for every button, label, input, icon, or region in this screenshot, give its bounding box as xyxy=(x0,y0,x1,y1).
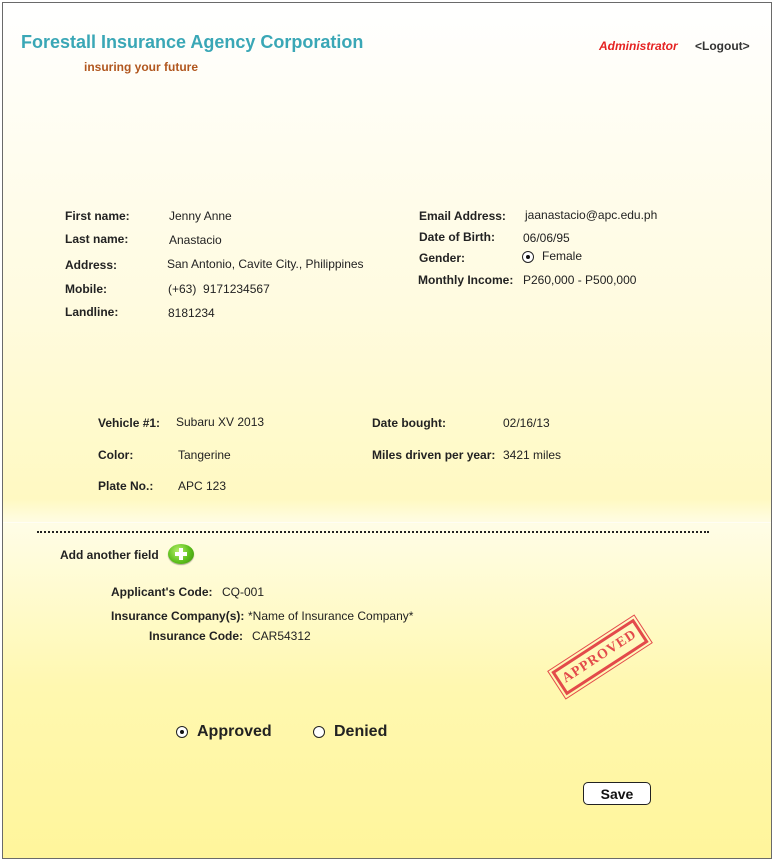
company-name: Forestall Insurance Agency Corporation xyxy=(21,32,364,52)
color-label: Color: xyxy=(98,448,134,462)
company-tagline: insuring your future xyxy=(84,60,198,74)
approved-label: Approved xyxy=(197,723,272,740)
insurance-company-label: Insurance Company(s): xyxy=(111,609,245,623)
applicant-code-value: CQ-001 xyxy=(222,585,265,599)
gender-label: Gender: xyxy=(419,251,466,265)
dotted-divider xyxy=(37,531,709,533)
income-label: Monthly Income: xyxy=(418,273,514,287)
add-field-plus-icon[interactable] xyxy=(168,544,194,564)
landline-label: Landline: xyxy=(65,305,119,319)
date-bought-value: 02/16/13 xyxy=(503,416,550,430)
vehicle-label: Vehicle #1: xyxy=(98,416,161,430)
dob-value: 06/06/95 xyxy=(523,231,570,245)
email-label: Email Address: xyxy=(419,209,506,223)
mobile-value: (+63) 9171234567 xyxy=(168,282,270,296)
first-name-label: First name: xyxy=(65,209,130,223)
address-value: San Antonio, Cavite City., Philippines xyxy=(167,257,364,271)
denied-label: Denied xyxy=(334,723,388,740)
email-value: jaanastacio@apc.edu.ph xyxy=(525,208,658,222)
vehicle-value: Subaru XV 2013 xyxy=(176,415,265,429)
miles-label: Miles driven per year: xyxy=(372,448,496,462)
address-label: Address: xyxy=(65,258,118,272)
section-break xyxy=(3,522,771,523)
dob-label: Date of Birth: xyxy=(419,230,495,244)
color-value: Tangerine xyxy=(178,448,231,462)
gender-value: Female xyxy=(542,249,583,263)
last-name-label: Last name: xyxy=(65,232,129,246)
add-field-label[interactable]: Add another field xyxy=(60,548,159,562)
approved-radio[interactable] xyxy=(176,726,188,738)
insurance-company-value: *Name of Insurance Company* xyxy=(248,609,414,623)
denied-radio[interactable] xyxy=(313,726,325,738)
plate-label: Plate No.: xyxy=(98,479,154,493)
approved-stamp: APPROVED xyxy=(548,610,652,704)
logout-link[interactable]: <Logout> xyxy=(695,39,750,53)
applicant-detail-panel: Forestall Insurance Agency Corporation i… xyxy=(2,2,772,859)
mobile-label: Mobile: xyxy=(65,282,107,296)
landline-value: 8181234 xyxy=(168,306,215,320)
gender-female-radio[interactable] xyxy=(522,251,534,263)
user-role: Administrator xyxy=(599,39,678,53)
date-bought-label: Date bought: xyxy=(372,416,446,430)
first-name-value: Jenny Anne xyxy=(169,209,232,223)
insurance-code-value: CAR54312 xyxy=(252,629,311,643)
save-button[interactable]: Save xyxy=(583,782,651,805)
applicant-code-label: Applicant's Code: xyxy=(111,585,213,599)
income-value: P260,000 - P500,000 xyxy=(523,273,637,287)
miles-value: 3421 miles xyxy=(503,448,562,462)
plate-value: APC 123 xyxy=(178,479,227,493)
insurance-code-label: Insurance Code: xyxy=(149,629,244,643)
last-name-value: Anastacio xyxy=(169,233,222,247)
